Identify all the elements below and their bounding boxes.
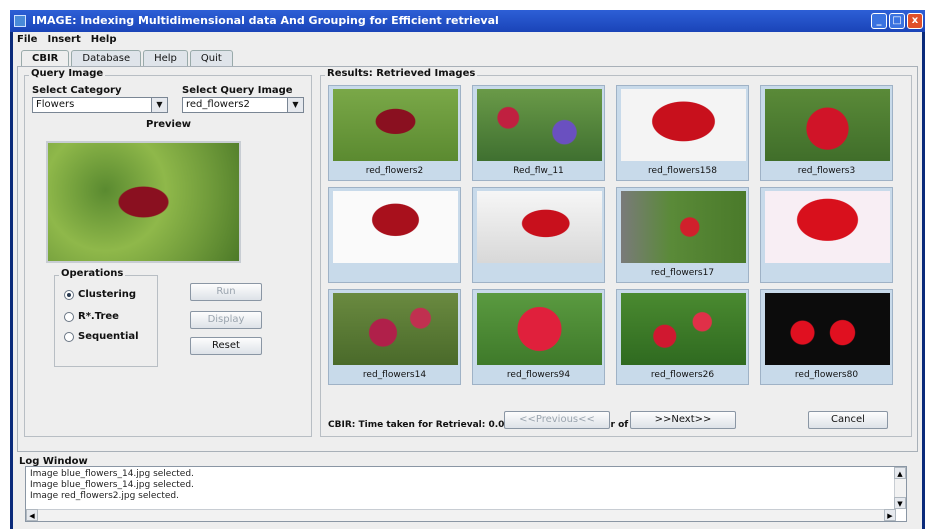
window-controls: _ □ x <box>871 13 923 29</box>
tab-quit[interactable]: Quit <box>189 50 233 66</box>
minimize-icon[interactable]: _ <box>871 13 887 29</box>
result-thumbnail[interactable]: red_flowers2 <box>328 85 461 181</box>
result-image <box>621 89 746 161</box>
log-line: Image red_flowers2.jpg selected. <box>30 491 179 501</box>
app-icon <box>14 15 26 27</box>
result-caption <box>761 264 892 282</box>
reset-button[interactable]: Reset <box>190 337 262 355</box>
result-caption: red_flowers158 <box>648 166 717 176</box>
scroll-down-icon[interactable]: ▼ <box>894 497 906 509</box>
category-label: Select Category <box>32 85 122 96</box>
result-caption <box>329 264 460 282</box>
result-image <box>477 89 602 161</box>
radio-unselected-icon[interactable] <box>64 311 74 322</box>
display-button[interactable]: Display <box>190 311 262 329</box>
result-caption: Red_flw_11 <box>513 166 564 176</box>
radio-sequential[interactable]: Sequential <box>64 331 139 342</box>
result-thumbnail[interactable]: Red_flw_11 <box>472 85 605 181</box>
log-line: Image blue_flowers_14.jpg selected. <box>30 469 194 479</box>
run-button[interactable]: Run <box>190 283 262 301</box>
results-title: Results: Retrieved Images <box>325 68 478 79</box>
radio-rtree-label: R*.Tree <box>78 311 119 322</box>
result-image <box>477 191 602 263</box>
query-image-value: red_flowers2 <box>186 99 250 110</box>
result-image <box>621 293 746 365</box>
preview-image <box>46 141 241 263</box>
result-thumbnail[interactable]: red_flowers3 <box>760 85 893 181</box>
radio-clustering[interactable]: Clustering <box>64 289 136 300</box>
result-thumbnail[interactable]: red_flowers94 <box>472 289 605 385</box>
result-thumbnail[interactable]: red_flowers158 <box>616 85 749 181</box>
result-thumbnail[interactable] <box>328 187 461 283</box>
cancel-button[interactable]: Cancel <box>808 411 888 429</box>
result-image <box>477 293 602 365</box>
next-button[interactable]: >>Next>> <box>630 411 736 429</box>
scroll-left-icon[interactable]: ◀ <box>26 509 38 521</box>
category-value: Flowers <box>36 99 75 110</box>
category-select[interactable]: Flowers ▼ <box>32 97 168 113</box>
result-image <box>333 89 458 161</box>
tab-strip: CBIR Database Help Quit <box>21 50 233 66</box>
previous-button[interactable]: <<Previous<< <box>504 411 610 429</box>
radio-clustering-label: Clustering <box>78 289 137 300</box>
result-image <box>765 293 890 365</box>
result-thumbnail[interactable] <box>760 187 893 283</box>
menu-bar: File Insert Help <box>13 32 922 48</box>
query-image-label: Select Query Image <box>182 85 293 96</box>
chevron-down-icon[interactable]: ▼ <box>287 98 303 112</box>
result-image <box>765 191 890 263</box>
result-caption: red_flowers17 <box>650 268 715 278</box>
result-caption: red_flowers2 <box>365 166 424 176</box>
result-image <box>333 191 458 263</box>
result-caption: red_flowers80 <box>794 370 859 380</box>
result-caption: red_flowers3 <box>797 166 856 176</box>
chevron-down-icon[interactable]: ▼ <box>151 98 167 112</box>
close-icon[interactable]: x <box>907 13 923 29</box>
scroll-right-icon[interactable]: ▶ <box>884 509 896 521</box>
result-caption <box>473 264 604 282</box>
result-caption: red_flowers14 <box>362 370 427 380</box>
result-caption: red_flowers26 <box>650 370 715 380</box>
log-window[interactable]: Image blue_flowers_14.jpg selected. Imag… <box>25 466 907 522</box>
result-image <box>621 191 746 263</box>
title-bar: IMAGE: Indexing Multidimensional data An… <box>10 10 925 32</box>
menu-file[interactable]: File <box>17 32 37 48</box>
preview-label: Preview <box>146 119 192 130</box>
radio-rtree[interactable]: R*.Tree <box>64 311 119 322</box>
tab-cbir[interactable]: CBIR <box>21 50 70 66</box>
tab-help[interactable]: Help <box>143 50 188 66</box>
maximize-icon[interactable]: □ <box>889 13 905 29</box>
menu-insert[interactable]: Insert <box>47 32 80 48</box>
result-thumbnail[interactable]: red_flowers26 <box>616 289 749 385</box>
result-thumbnail[interactable]: red_flowers17 <box>616 187 749 283</box>
radio-selected-icon[interactable] <box>64 289 74 300</box>
result-thumbnail[interactable]: red_flowers14 <box>328 289 461 385</box>
client-area: File Insert Help CBIR Database Help Quit… <box>13 32 922 529</box>
cbir-panel: Query Image Select Category Flowers ▼ Se… <box>17 66 918 452</box>
result-image <box>333 293 458 365</box>
horizontal-scrollbar[interactable]: ◀ ▶ <box>26 509 896 521</box>
scroll-up-icon[interactable]: ▲ <box>894 467 906 479</box>
result-image <box>765 89 890 161</box>
tab-database[interactable]: Database <box>71 50 142 66</box>
app-window: IMAGE: Indexing Multidimensional data An… <box>10 10 925 529</box>
log-line: Image blue_flowers_14.jpg selected. <box>30 480 194 490</box>
window-title: IMAGE: Indexing Multidimensional data An… <box>32 14 499 27</box>
radio-sequential-label: Sequential <box>78 331 139 342</box>
query-image-title: Query Image <box>29 68 106 79</box>
menu-help[interactable]: Help <box>91 32 117 48</box>
operations-title: Operations <box>59 268 126 279</box>
result-thumbnail[interactable] <box>472 187 605 283</box>
query-image-select[interactable]: red_flowers2 ▼ <box>182 97 304 113</box>
radio-unselected-icon[interactable] <box>64 331 74 342</box>
result-thumbnail[interactable]: red_flowers80 <box>760 289 893 385</box>
vertical-scrollbar[interactable]: ▲ ▼ <box>894 467 906 509</box>
result-caption: red_flowers94 <box>506 370 571 380</box>
